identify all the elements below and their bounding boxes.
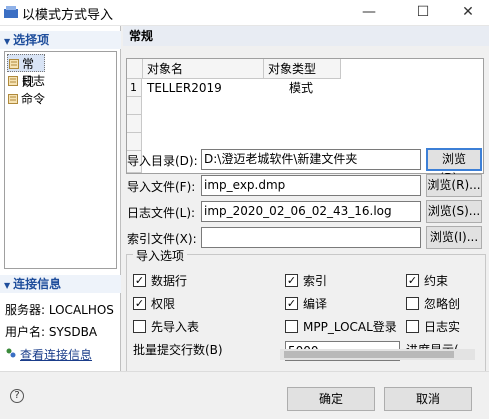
import-dir-row: 导入目录(D): D:\澄迈老城软件\新建文件夹 浏览(B)... [123, 148, 489, 185]
option-label: 权限 [151, 297, 176, 311]
import-options-title: 导入选项 [133, 247, 188, 264]
checkbox-unchecked[interactable] [285, 320, 298, 333]
maximize-button[interactable]: ☐ [403, 0, 443, 26]
view-connection-link[interactable]: 查看连接信息 [20, 346, 92, 363]
main-panel: 常规 对象名 对象类型 1 TELLER2019 模式 导入目录(D): D:\… [123, 26, 489, 371]
import-file-row: 导入文件(F): imp_exp.dmp 浏览(R)... [123, 174, 489, 198]
user-info: 用户名: SYSDBA [5, 325, 98, 339]
sidebar-item-command[interactable]: 命令 [7, 90, 45, 108]
import-file-label: 导入文件(F): [127, 180, 196, 194]
option-label: 约束 [424, 274, 449, 288]
import-dir-label: 导入目录(D): [127, 154, 198, 168]
batch-commit-label: 批量提交行数(B) [133, 343, 223, 357]
option-ignore-create[interactable]: 忽略创 [406, 295, 460, 313]
checkbox-unchecked[interactable] [406, 297, 419, 310]
left-panel: ▼ 选择项 常规 日志 命令 ▼ 连接信息 服务器: LOCALHOS 用户名: S… [0, 26, 121, 371]
option-label: MPP_LOCAL登录 [303, 320, 397, 334]
select-section-header[interactable]: ▼ 选择项 [0, 31, 121, 49]
column-header-type[interactable]: 对象类型 [264, 59, 341, 79]
option-import-table-first[interactable]: 先导入表 [133, 318, 199, 336]
row-index-empty [127, 115, 142, 133]
browse-dir-button[interactable]: 浏览(B)... [426, 148, 482, 185]
option-label: 编译 [303, 297, 328, 311]
checkbox-checked[interactable]: ✓ [285, 297, 298, 310]
connection-section-title: 连接信息 [13, 277, 62, 291]
checkbox-checked[interactable]: ✓ [285, 274, 298, 287]
horizontal-scrollbar[interactable] [280, 349, 475, 360]
option-log-realtime[interactable]: 日志实 [406, 318, 460, 336]
title-bar: 以模式方式导入 — ☐ ✕ [0, 0, 489, 26]
row-index-empty [127, 97, 142, 115]
log-file-row: 日志文件(L): imp_2020_02_06_02_43_16.log 浏览(… [123, 200, 489, 224]
option-privilege[interactable]: ✓ 权限 [133, 295, 175, 313]
option-index[interactable]: ✓ 索引 [285, 272, 327, 290]
collapse-arrow-icon: ▼ [4, 281, 11, 290]
option-label: 先导入表 [151, 320, 200, 334]
column-header-name[interactable]: 对象名 [143, 59, 264, 79]
sidebar-item-log[interactable]: 日志 [7, 72, 45, 90]
collapse-arrow-icon: ▼ [4, 37, 11, 46]
log-file-label: 日志文件(L): [127, 206, 196, 220]
table-corner [127, 59, 143, 79]
browse-index-button[interactable]: 浏览(I)... [426, 226, 482, 249]
window-title: 以模式方式导入 [22, 8, 114, 23]
ok-button[interactable]: 确定 [287, 387, 375, 411]
option-constraint[interactable]: ✓ 约束 [406, 272, 448, 290]
browse-log-button[interactable]: 浏览(S)... [426, 200, 482, 223]
close-button[interactable]: ✕ [448, 0, 488, 26]
page-icon [8, 94, 18, 104]
log-file-input[interactable]: imp_2020_02_06_02_43_16.log [201, 201, 421, 222]
connection-link-icon [6, 348, 16, 358]
browse-file-button[interactable]: 浏览(R)... [426, 174, 482, 197]
option-label: 忽略创 [424, 297, 461, 311]
option-label: 日志实 [424, 320, 461, 334]
page-icon [9, 59, 19, 69]
select-section-title: 选择项 [13, 33, 50, 47]
option-data-rows[interactable]: ✓ 数据行 [133, 272, 187, 290]
sidebar-item-label: 日志 [21, 74, 46, 88]
checkbox-checked[interactable]: ✓ [133, 274, 146, 287]
table-cell-type[interactable]: 模式 [285, 79, 345, 97]
server-info: 服务器: LOCALHOS [5, 303, 114, 317]
sidebar-item-label: 命令 [21, 92, 46, 106]
import-file-input[interactable]: imp_exp.dmp [201, 175, 421, 196]
connection-section-header[interactable]: ▼ 连接信息 [0, 275, 121, 293]
table-cell-name[interactable]: TELLER2019 [143, 79, 264, 97]
minimize-button[interactable]: — [349, 0, 389, 26]
row-index: 1 [127, 79, 142, 97]
option-label: 索引 [303, 274, 328, 288]
help-icon[interactable]: ? [10, 389, 24, 403]
checkbox-checked[interactable]: ✓ [133, 297, 146, 310]
page-icon [8, 76, 18, 86]
scrollbar-thumb[interactable] [284, 351, 454, 358]
option-mpp-local[interactable]: MPP_LOCAL登录 [285, 318, 397, 336]
index-file-input[interactable] [201, 227, 421, 248]
section-title: 常规 [123, 26, 489, 46]
cancel-button[interactable]: 取消 [384, 387, 472, 411]
checkbox-unchecked[interactable] [406, 320, 419, 333]
index-file-label: 索引文件(X): [127, 232, 197, 246]
sidebar-item-general[interactable]: 常规 [7, 54, 45, 89]
option-compile[interactable]: ✓ 编译 [285, 295, 327, 313]
option-label: 数据行 [151, 274, 188, 288]
app-icon [4, 6, 18, 18]
checkbox-checked[interactable]: ✓ [406, 274, 419, 287]
checkbox-unchecked[interactable] [133, 320, 146, 333]
dialog-footer: ? 确定 取消 [0, 371, 489, 419]
option-tree: 常规 日志 命令 [4, 51, 117, 269]
import-dir-input[interactable]: D:\澄迈老城软件\新建文件夹 [201, 149, 421, 170]
